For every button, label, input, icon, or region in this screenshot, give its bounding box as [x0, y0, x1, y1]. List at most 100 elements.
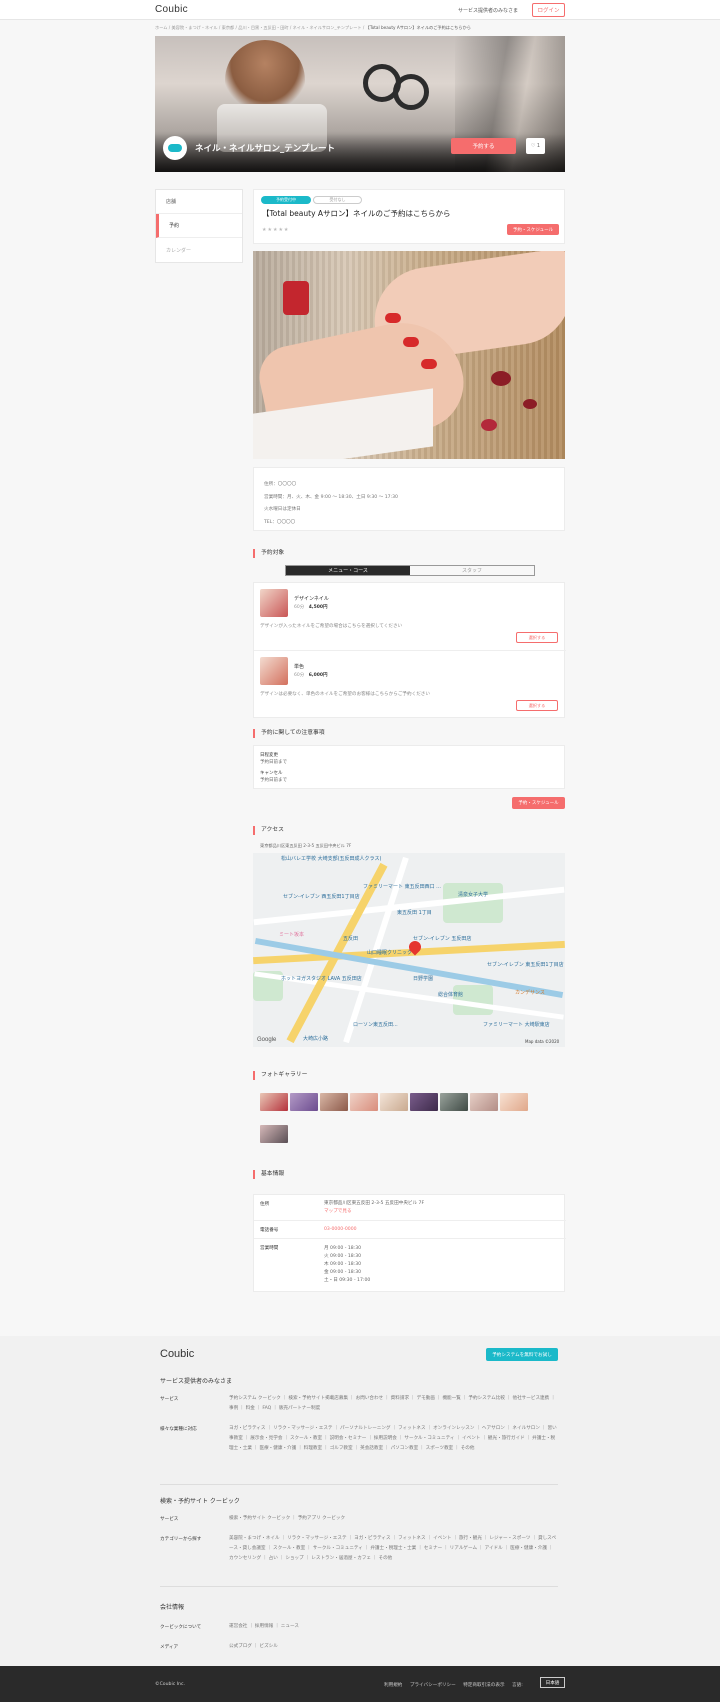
schedule-button[interactable]: 予約・スケジュール — [507, 224, 559, 235]
map-label: 松山バレエ学校 大崎支部(五反田成人クラス) — [281, 856, 382, 862]
breadcrumb: ホーム / 美容院・まつげ・ネイル / 東京都 / 品川・目黒・五反田・田町 /… — [155, 25, 575, 31]
notes-card: 日程変更 予約日前まで キャンセル 予約日前まで — [253, 745, 565, 789]
info-hours: 営業時間：月、火、木、金 9:00 〜 18:30、土日 9:30 〜 17:3… — [264, 494, 398, 500]
hours-row: 月 09:00 - 18:30 — [324, 1246, 362, 1251]
status-badge-accepting: 予約受付中 — [261, 196, 311, 204]
tab-staff[interactable]: スタッフ — [410, 566, 534, 575]
nail-photo — [253, 251, 565, 459]
legal-links: 利用規約 プライバシーポリシー 特定商取引法の表示 言語: — [384, 1682, 529, 1688]
tokusho-link[interactable]: 特定商取引法の表示 — [463, 1683, 504, 1688]
favorite-button[interactable]: ♡ 1 — [526, 138, 545, 154]
hours-key: 営業時間 — [260, 1246, 279, 1251]
rating-stars-icon: ★★★★★ — [262, 227, 290, 233]
site-header: Coubic サービス提供者のみなさま ログイン — [0, 0, 720, 20]
footer-providers-heading: サービス提供者のみなさま — [160, 1378, 233, 1385]
providers-link[interactable]: サービス提供者のみなさま — [458, 7, 518, 14]
hours-row: 土・日 09:30 - 17:00 — [324, 1278, 371, 1283]
access-address: 東京都品川区東五反田 2-3-5 五反田中央ビル 7F — [260, 843, 352, 848]
tab-menu-course[interactable]: メニュー・コース — [286, 566, 410, 575]
basic-heading: 基本情報 — [253, 1170, 284, 1179]
select-button[interactable]: 選択する — [516, 632, 558, 643]
map-label: ホットヨガスタジオ LAVA 五反田店 — [281, 976, 362, 982]
gallery-thumbnail[interactable] — [440, 1093, 468, 1111]
basic-info-table: 住所 東京都品川区東五反田 2-3-5 五反田中央ビル 7F マップで見る 電話番… — [253, 1194, 566, 1293]
hours-row: 金 09:00 - 18:30 — [324, 1270, 362, 1275]
map-data-credit: Map data ©2020 — [525, 1039, 560, 1044]
footer-search-heading: 検索・予約サイト クービック — [160, 1498, 240, 1505]
gallery-thumbnail[interactable] — [260, 1093, 288, 1111]
info-holiday: 火水曜日は定休日 — [264, 507, 301, 512]
map-label: 東五反田 1丁目 — [397, 910, 432, 916]
sidenav-item-reserve[interactable]: 予約 — [156, 214, 242, 238]
table-row: 営業時間 月 09:00 - 18:30 火 09:00 - 18:30 木 0… — [254, 1239, 566, 1293]
map-label: ファミリーマート 大崎駅東店 — [483, 1022, 550, 1028]
map-label: セブン-イレブン 東五反田1丁目店 — [487, 962, 564, 968]
gallery-thumbnail[interactable] — [410, 1093, 438, 1111]
footer-about-links[interactable]: 運営会社 ｜ 採用情報 ｜ ニュース — [229, 1622, 559, 1632]
footer-logo[interactable]: Coubic — [160, 1348, 194, 1360]
breadcrumb-trail[interactable]: ホーム / 美容院・まつげ・ネイル / 東京都 / 品川・目黒・五反田・田町 /… — [155, 25, 366, 30]
map-label: セブン-イレブン 西五反田1丁目店 — [283, 894, 360, 900]
map-label: 山口睡眠クリニック — [367, 950, 413, 956]
menu-item-description: デザインは必要なく、単色のネイルをご希望のお客様はこちらからご予約ください — [260, 692, 430, 697]
menu-item-name: 単色 — [294, 664, 305, 670]
google-logo: Google — [257, 1037, 277, 1043]
footer-media-links[interactable]: 公式ブログ ｜ ビズシル — [229, 1642, 559, 1652]
menu-item[interactable]: デザインネイル 60分 4,500円 デザインが入ったネイルをご希望の場合はこち… — [254, 583, 566, 651]
shop-info-card: 住所：〇〇〇〇 営業時間：月、火、木、金 9:00 〜 18:30、土日 9:3… — [253, 467, 565, 531]
menu-item-price: 60分 4,500円 — [294, 605, 328, 610]
access-map[interactable]: 松山バレエ学校 大崎支部(五反田成人クラス) ファミリーマート 東五反田西口 .… — [253, 853, 565, 1047]
login-button[interactable]: ログイン — [532, 3, 565, 17]
map-label: 五反田 — [343, 936, 359, 942]
bottom-bar: ©Coubic Inc. 利用規約 プライバシーポリシー 特定商取引法の表示 言… — [0, 1666, 720, 1702]
footer-search-service-links[interactable]: 検索・予約サイト クービック ｜ 予約アプリ クービック — [229, 1514, 559, 1524]
gallery-thumbnail[interactable] — [470, 1093, 498, 1111]
sidenav-item-shop[interactable]: 店舗 — [156, 190, 242, 214]
menu-list: デザインネイル 60分 4,500円 デザインが入ったネイルをご希望の場合はこち… — [253, 582, 566, 719]
sidenav-item-calendar[interactable]: カレンダー — [156, 238, 242, 262]
footer-service-links[interactable]: 予約システム クービック ｜ 検索・予約サイト掲載店募集 ｜ お問い合わせ ｜ … — [229, 1394, 559, 1414]
tel-value[interactable]: 03-0000-0000 — [324, 1227, 357, 1232]
hero-brush-image — [225, 40, 305, 108]
copyright: ©Coubic Inc. — [155, 1682, 185, 1687]
map-label: ミート坂本 — [279, 932, 305, 938]
map-link[interactable]: マップで見る — [324, 1209, 352, 1214]
target-heading: 予約対象 — [253, 549, 284, 558]
menu-item[interactable]: 単色 60分 6,000円 デザインは必要なく、単色のネイルをご希望のお客様はこ… — [254, 651, 566, 719]
gallery-thumbnail[interactable] — [260, 1125, 288, 1143]
hours-row: 木 09:00 - 18:30 — [324, 1262, 362, 1267]
gallery-thumbnail[interactable] — [350, 1093, 378, 1111]
hero-reserve-button[interactable]: 予約する — [451, 138, 516, 154]
shop-name[interactable]: ネイル・ネイルサロン_テンプレート — [195, 142, 335, 154]
select-button[interactable]: 選択する — [516, 700, 558, 711]
schedule-button-bottom[interactable]: 予約・スケジュール — [512, 797, 565, 809]
gallery-thumbnail[interactable] — [500, 1093, 528, 1111]
privacy-link[interactable]: プライバシーポリシー — [410, 1683, 456, 1688]
tel-key: 電話番号 — [260, 1228, 279, 1233]
footer-category-key: カテゴリーから探す — [160, 1537, 202, 1542]
footer-media-key: メディア — [160, 1645, 179, 1650]
map-label: カンデサンス — [515, 990, 545, 996]
free-trial-button[interactable]: 予約システムを無料でお試し — [486, 1348, 558, 1361]
menu-thumbnail-image — [260, 657, 288, 685]
map-label: 日野学園 — [413, 976, 434, 982]
footer-category-links[interactable]: 美容院・まつげ・ネイル ｜ リラク・マッサージ・エステ ｜ ヨガ・ピラティス ｜… — [229, 1534, 559, 1564]
map-label: ローソン東五反田... — [353, 1022, 398, 1028]
gallery-thumbnail[interactable] — [290, 1093, 318, 1111]
footer-company-heading: 会社情報 — [160, 1604, 185, 1611]
gallery-thumbnail[interactable] — [380, 1093, 408, 1111]
cancel-label: キャンセル — [260, 771, 283, 776]
cancel-value: 予約日前まで — [260, 778, 287, 783]
terms-link[interactable]: 利用規約 — [384, 1683, 402, 1688]
gallery-thumbnail[interactable] — [320, 1093, 348, 1111]
footer-industry-links[interactable]: ヨガ・ピラティス ｜ リラク・マッサージ・エステ ｜ パーソナルトレーニング ｜… — [229, 1424, 559, 1454]
language-select[interactable]: 日本語 — [540, 1677, 565, 1688]
table-row: 電話番号 03-0000-0000 — [254, 1221, 566, 1239]
hero-scissor-image — [393, 74, 429, 110]
reservation-main: 予約受付中 受付なし 【Total beauty Aサロン】ネイルのご予約はこち… — [253, 189, 566, 1292]
menu-item-description: デザインが入ったネイルをご希望の場合はこちらを選択してください — [260, 624, 403, 629]
address-key: 住所 — [260, 1202, 270, 1207]
menu-thumbnail-image — [260, 589, 288, 617]
footer-about-key: クービックについて — [160, 1625, 202, 1630]
coubic-logo[interactable]: Coubic — [155, 4, 188, 15]
